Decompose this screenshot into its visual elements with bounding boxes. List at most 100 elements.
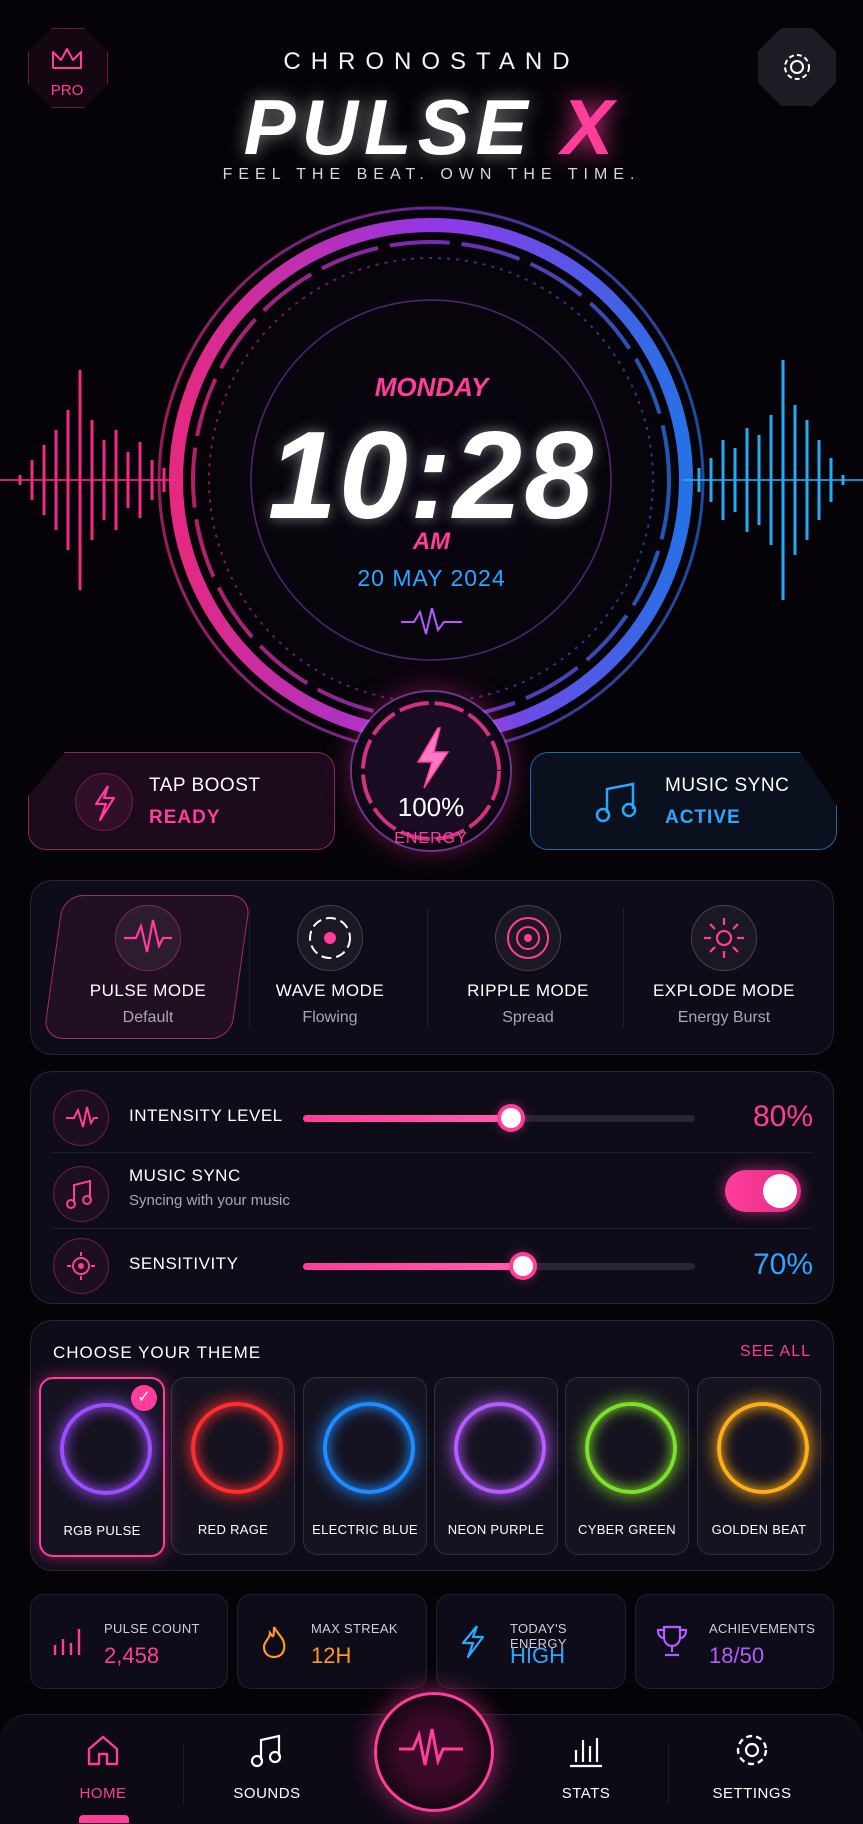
energy-meter[interactable] xyxy=(352,692,510,850)
theme-ring-swatch xyxy=(191,1402,283,1494)
music-sync-title: MUSIC SYNC xyxy=(665,775,790,796)
theme-name: RGB PULSE xyxy=(63,1523,141,1538)
theme-ring-swatch xyxy=(60,1403,152,1495)
home-icon xyxy=(87,1735,119,1766)
bolt-icon xyxy=(94,785,116,822)
sensitivity-value: 70% xyxy=(752,1248,813,1281)
intensity-fill xyxy=(303,1115,511,1122)
stat-value: 2,458 xyxy=(104,1643,160,1668)
sensitivity-icon xyxy=(53,1238,109,1294)
energy-ring-graphic xyxy=(361,701,501,841)
music-sync-text: MUSIC SYNC ACTIVE xyxy=(665,775,789,829)
theme-tile[interactable]: RED RAGE xyxy=(171,1377,295,1555)
trophy-icon xyxy=(656,1625,688,1657)
mode-title: EXPLODE MODE xyxy=(652,981,796,1000)
pulse-wave-icon xyxy=(399,1728,463,1767)
nav-label: SETTINGS xyxy=(712,1785,792,1802)
energy-value: 100% xyxy=(397,792,465,822)
music-sync-subtitle: Syncing with your music xyxy=(129,1192,290,1209)
music-note-icon xyxy=(595,782,637,823)
sensitivity-label: SENSITIVITY xyxy=(129,1254,239,1273)
ampm-label: AM xyxy=(412,528,451,555)
mode-selector: PULSE MODE Default WAVE MODE Flowing RIP… xyxy=(30,880,834,1055)
mode-ripple[interactable]: RIPPLE MODE Spread xyxy=(433,881,623,1054)
music-sync-toggle[interactable] xyxy=(725,1170,801,1212)
theme-name: GOLDEN BEAT xyxy=(711,1522,807,1537)
mode-subtitle: Flowing xyxy=(302,1009,358,1026)
sensitivity-row: SENSITIVITY 70% xyxy=(31,1220,833,1294)
mode-pulse[interactable]: PULSE MODE Default xyxy=(42,881,252,1054)
music-note-icon xyxy=(250,1734,282,1768)
theme-tile[interactable]: GOLDEN BEAT xyxy=(697,1377,821,1555)
check-icon: ✓ xyxy=(131,1385,157,1411)
nav-stats[interactable]: STATS xyxy=(521,1730,651,1802)
mode-subtitle: Default xyxy=(122,1009,174,1026)
mode-subtitle: Energy Burst xyxy=(677,1009,771,1026)
stat-label: ACHIEVEMENTS xyxy=(709,1621,816,1636)
nav-sounds[interactable]: SOUNDS xyxy=(202,1730,332,1802)
tap-boost-card[interactable]: TAP BOOST READY xyxy=(28,752,335,850)
pulse-center-button[interactable] xyxy=(374,1692,494,1812)
theme-tile[interactable]: CYBER GREEN xyxy=(565,1377,689,1555)
nav-label: STATS xyxy=(561,1785,611,1802)
stat-achievements: ACHIEVEMENTS 18/50 xyxy=(635,1594,834,1689)
see-all-link[interactable]: SEE ALL xyxy=(740,1343,811,1361)
logo-main: PULSE xyxy=(243,83,534,171)
intensity-row: INTENSITY LEVEL 80% xyxy=(31,1072,833,1146)
stats-bars-icon xyxy=(570,1738,602,1768)
sensitivity-slider-thumb[interactable] xyxy=(512,1256,533,1276)
stat-label: PULSE COUNT xyxy=(104,1621,200,1636)
theme-name: ELECTRIC BLUE xyxy=(312,1522,418,1537)
nav-label: SOUNDS xyxy=(233,1785,301,1802)
music-sync-status: ACTIVE xyxy=(665,807,741,828)
mode-divider xyxy=(427,907,428,1027)
stat-max-streak: MAX STREAK 12H xyxy=(237,1594,427,1689)
brand-name: CHRONOSTAND xyxy=(283,48,580,75)
mode-explode[interactable]: EXPLODE MODE Energy Burst xyxy=(629,881,819,1054)
tap-boost-title: TAP BOOST xyxy=(149,775,261,796)
intensity-icon xyxy=(53,1090,109,1146)
theme-tile[interactable]: ELECTRIC BLUE xyxy=(303,1377,427,1555)
nav-divider xyxy=(668,1744,669,1804)
theme-name: CYBER GREEN xyxy=(578,1522,676,1537)
bar-chart-icon xyxy=(53,1629,81,1655)
theme-ring-swatch xyxy=(717,1402,809,1494)
sensitivity-slider[interactable] xyxy=(303,1256,695,1276)
theme-tile[interactable]: NEON PURPLE xyxy=(434,1377,558,1555)
stat-value: 18/50 xyxy=(709,1643,765,1668)
theme-name: RED RAGE xyxy=(197,1522,269,1537)
intensity-slider-thumb[interactable] xyxy=(500,1108,521,1128)
active-tab-indicator xyxy=(79,1815,129,1823)
gear-icon xyxy=(736,1734,768,1766)
burst-mode-icon xyxy=(691,905,757,971)
energy-label: ENERGY xyxy=(394,830,468,847)
day-label: MONDAY xyxy=(374,372,489,402)
time-display: 10:28 xyxy=(267,407,596,545)
mode-title: WAVE MODE xyxy=(275,981,385,1000)
theme-ring-swatch xyxy=(454,1402,546,1494)
mode-title: RIPPLE MODE xyxy=(467,981,589,1000)
theme-ring-swatch xyxy=(585,1402,677,1494)
tap-boost-icon-wrap xyxy=(75,773,133,831)
nav-home[interactable]: HOME xyxy=(38,1730,168,1802)
stat-label: MAX STREAK xyxy=(311,1621,398,1636)
themes-title: CHOOSE YOUR THEME xyxy=(53,1343,262,1362)
intensity-value: 80% xyxy=(752,1100,813,1133)
mode-title: PULSE MODE xyxy=(89,981,207,1000)
pulse-mode-icon xyxy=(115,905,181,971)
wave-mode-icon xyxy=(297,905,363,971)
tap-boost-text: TAP BOOST READY xyxy=(149,775,261,829)
stat-value: 12H xyxy=(311,1643,352,1668)
nav-settings[interactable]: SETTINGS xyxy=(687,1730,817,1802)
music-sync-card[interactable]: MUSIC SYNC ACTIVE xyxy=(530,752,837,850)
stat-value: HIGH xyxy=(510,1643,565,1668)
bolt-icon xyxy=(461,1625,485,1659)
nav-label: HOME xyxy=(79,1785,127,1802)
theme-ring-swatch xyxy=(323,1402,415,1494)
tap-boost-status: READY xyxy=(149,807,221,828)
mode-divider xyxy=(623,907,624,1027)
nav-divider xyxy=(183,1744,184,1804)
intensity-slider[interactable] xyxy=(303,1108,695,1128)
mode-wave[interactable]: WAVE MODE Flowing xyxy=(235,881,425,1054)
theme-tile[interactable]: RGB PULSE ✓ xyxy=(39,1377,165,1557)
